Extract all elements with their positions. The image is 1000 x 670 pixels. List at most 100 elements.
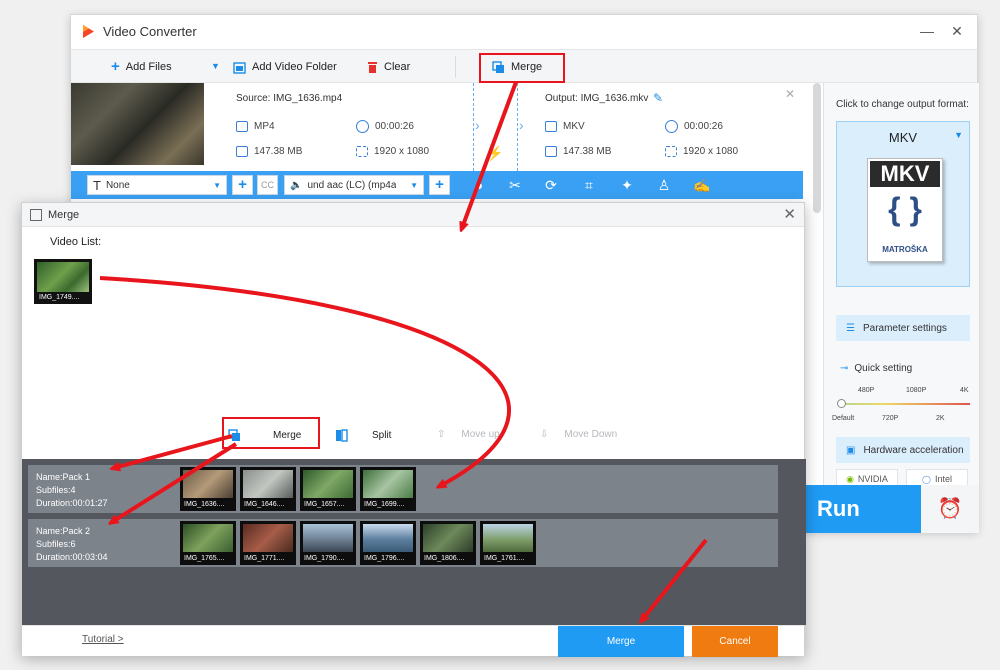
- source-filename: Source: IMG_1636.mp4: [236, 93, 343, 104]
- rotate-icon[interactable]: ⟳: [543, 177, 559, 193]
- edit-pencil-icon[interactable]: ✎: [653, 91, 663, 105]
- tick-1080p: 1080P: [906, 387, 927, 394]
- pack-row[interactable]: Name:Pack 2 Subfiles:6 Duration:00:03:04…: [28, 519, 778, 567]
- add-files-dropdown-icon[interactable]: ▼: [211, 61, 220, 71]
- packs-area: Name:Pack 1 Subfiles:4 Duration:00:01:27…: [22, 459, 806, 625]
- crop-icon[interactable]: ⌗: [581, 177, 597, 193]
- video-list-thumbnail: [37, 262, 89, 292]
- pack-thumbnail[interactable]: IMG_1636....: [180, 467, 236, 511]
- pack-thumbnail[interactable]: IMG_1771....: [240, 521, 296, 565]
- add-files-button[interactable]: + Add Files: [111, 58, 172, 76]
- quality-slider[interactable]: [840, 403, 970, 405]
- format-name: MKV: [888, 130, 918, 145]
- clock-icon: [356, 120, 369, 133]
- source-resolution: 1920 x 1080: [356, 146, 429, 157]
- subtitle-select[interactable]: T None ▼: [87, 175, 227, 195]
- cancel-button[interactable]: Cancel: [692, 626, 778, 657]
- cc-icon[interactable]: CC: [257, 175, 278, 195]
- alarm-clock-icon[interactable]: ⏰: [921, 485, 979, 533]
- chip-icon: ▣: [846, 444, 856, 456]
- parameter-settings-button[interactable]: ☰ Parameter settings: [836, 315, 970, 341]
- slider-icon: ⊸: [840, 363, 849, 374]
- merge-action-highlight-box: [222, 417, 320, 449]
- pack-thumbnail[interactable]: IMG_1657....: [300, 467, 356, 511]
- mkv-logo-text: MKV: [870, 161, 940, 187]
- dialog-close-button[interactable]: ✕: [783, 205, 796, 223]
- window-title: Video Converter: [103, 24, 197, 39]
- merge-confirm-button[interactable]: Merge: [558, 626, 684, 657]
- pack-thumbnail[interactable]: IMG_1646....: [240, 467, 296, 511]
- audio-track-select[interactable]: 🔈 und aac (LC) (mp4a ▼: [284, 175, 424, 195]
- add-audio-button[interactable]: +: [429, 175, 450, 195]
- close-button[interactable]: ✕: [949, 23, 965, 39]
- pack-thumbnail[interactable]: IMG_1796....: [360, 521, 416, 565]
- remove-file-icon[interactable]: ✕: [785, 87, 795, 101]
- split-button[interactable]: Split: [335, 429, 391, 442]
- output-format-panel: Click to change output format: MKV ▼ MKV…: [823, 83, 979, 533]
- speaker-icon: 🔈: [290, 179, 303, 191]
- chevron-down-icon: ▼: [213, 180, 221, 190]
- pack-thumbnail[interactable]: IMG_1761....: [480, 521, 536, 565]
- lightning-icon: ⚡: [486, 145, 504, 161]
- folder-icon: [545, 146, 557, 157]
- watermark-icon[interactable]: ♙: [656, 177, 672, 193]
- output-format: MKV: [545, 121, 585, 132]
- quick-setting-label: ⊸ Quick setting: [840, 363, 913, 374]
- tick-4k: 4K: [960, 387, 969, 394]
- video-list-item-label: IMG_1749....: [39, 294, 80, 301]
- tutorial-link[interactable]: Tutorial >: [82, 634, 124, 645]
- chevron-down-icon: ▼: [954, 130, 963, 140]
- pack-thumbnail[interactable]: IMG_1699....: [360, 467, 416, 511]
- format-icon: [545, 121, 557, 132]
- tick-480p: 480P: [858, 387, 875, 394]
- pack-thumbnail[interactable]: IMG_1790....: [300, 521, 356, 565]
- pack-row[interactable]: Name:Pack 1 Subfiles:4 Duration:00:01:27…: [28, 465, 778, 513]
- split-icon: [336, 429, 348, 442]
- pack-thumbnail[interactable]: IMG_1765....: [180, 521, 236, 565]
- chevron-down-icon: ▼: [410, 180, 418, 190]
- dialog-title: Merge: [48, 209, 80, 221]
- sliders-icon: ☰: [846, 322, 855, 334]
- output-size: 147.38 MB: [545, 146, 611, 157]
- add-files-label: Add Files: [125, 61, 172, 73]
- edit-toolbar: T None ▼ + CC 🔈 und aac (LC) (mp4a ▼ + ◑…: [71, 171, 803, 199]
- minimize-button[interactable]: —: [919, 23, 935, 39]
- merge-icon: [30, 209, 42, 221]
- move-down-button[interactable]: ⇩ Move Down: [540, 429, 617, 440]
- nvidia-logo-icon: ◉: [846, 473, 854, 484]
- add-folder-button[interactable]: Add Video Folder: [233, 58, 337, 76]
- folder-icon: [233, 61, 246, 74]
- magic-wand-icon[interactable]: ✦: [619, 177, 635, 193]
- arrow-up-icon: ⇧: [437, 429, 446, 440]
- scissors-icon[interactable]: ✂: [507, 177, 523, 193]
- app-logo-icon: [83, 25, 94, 38]
- scrollbar[interactable]: [813, 83, 821, 213]
- effect-icon[interactable]: ◑: [471, 177, 487, 193]
- add-subtitle-button[interactable]: +: [232, 175, 253, 195]
- file-row[interactable]: Source: IMG_1636.mp4 MP4 00:00:26 147.38…: [71, 83, 803, 171]
- tick-720p: 720P: [882, 415, 899, 422]
- title-bar: Video Converter — ✕: [71, 15, 977, 49]
- metadata-edit-icon[interactable]: ✍: [693, 177, 710, 193]
- dialog-footer: Tutorial > Merge Cancel: [22, 625, 804, 657]
- output-resolution: 1920 x 1080: [665, 146, 738, 157]
- move-up-button[interactable]: ⇧ Move up: [437, 429, 500, 440]
- video-list-item[interactable]: IMG_1749....: [34, 259, 92, 304]
- pack-thumbnail[interactable]: IMG_1806....: [420, 521, 476, 565]
- matroska-label: MATROŠKA: [882, 245, 928, 254]
- resolution-icon: [356, 146, 368, 157]
- intel-logo-icon: ◯: [922, 474, 931, 484]
- divider-dashed: [473, 83, 474, 171]
- hardware-acceleration-button[interactable]: ▣ Hardware acceleration: [836, 437, 970, 463]
- merge-highlight-box: [479, 53, 565, 83]
- run-button[interactable]: Run: [805, 485, 921, 533]
- clear-button[interactable]: Clear: [367, 58, 410, 76]
- arrow-right-icon: ›: [475, 117, 480, 133]
- pack-info: Name:Pack 1 Subfiles:4 Duration:00:01:27: [36, 472, 108, 508]
- video-thumbnail[interactable]: [71, 83, 204, 165]
- slider-handle[interactable]: [837, 399, 846, 408]
- output-format-selector[interactable]: MKV ▼ MKV { } MATROŠKA: [836, 121, 970, 287]
- resolution-icon: [665, 146, 677, 157]
- pack-info: Name:Pack 2 Subfiles:6 Duration:00:03:04: [36, 526, 108, 562]
- trash-icon: [368, 61, 377, 73]
